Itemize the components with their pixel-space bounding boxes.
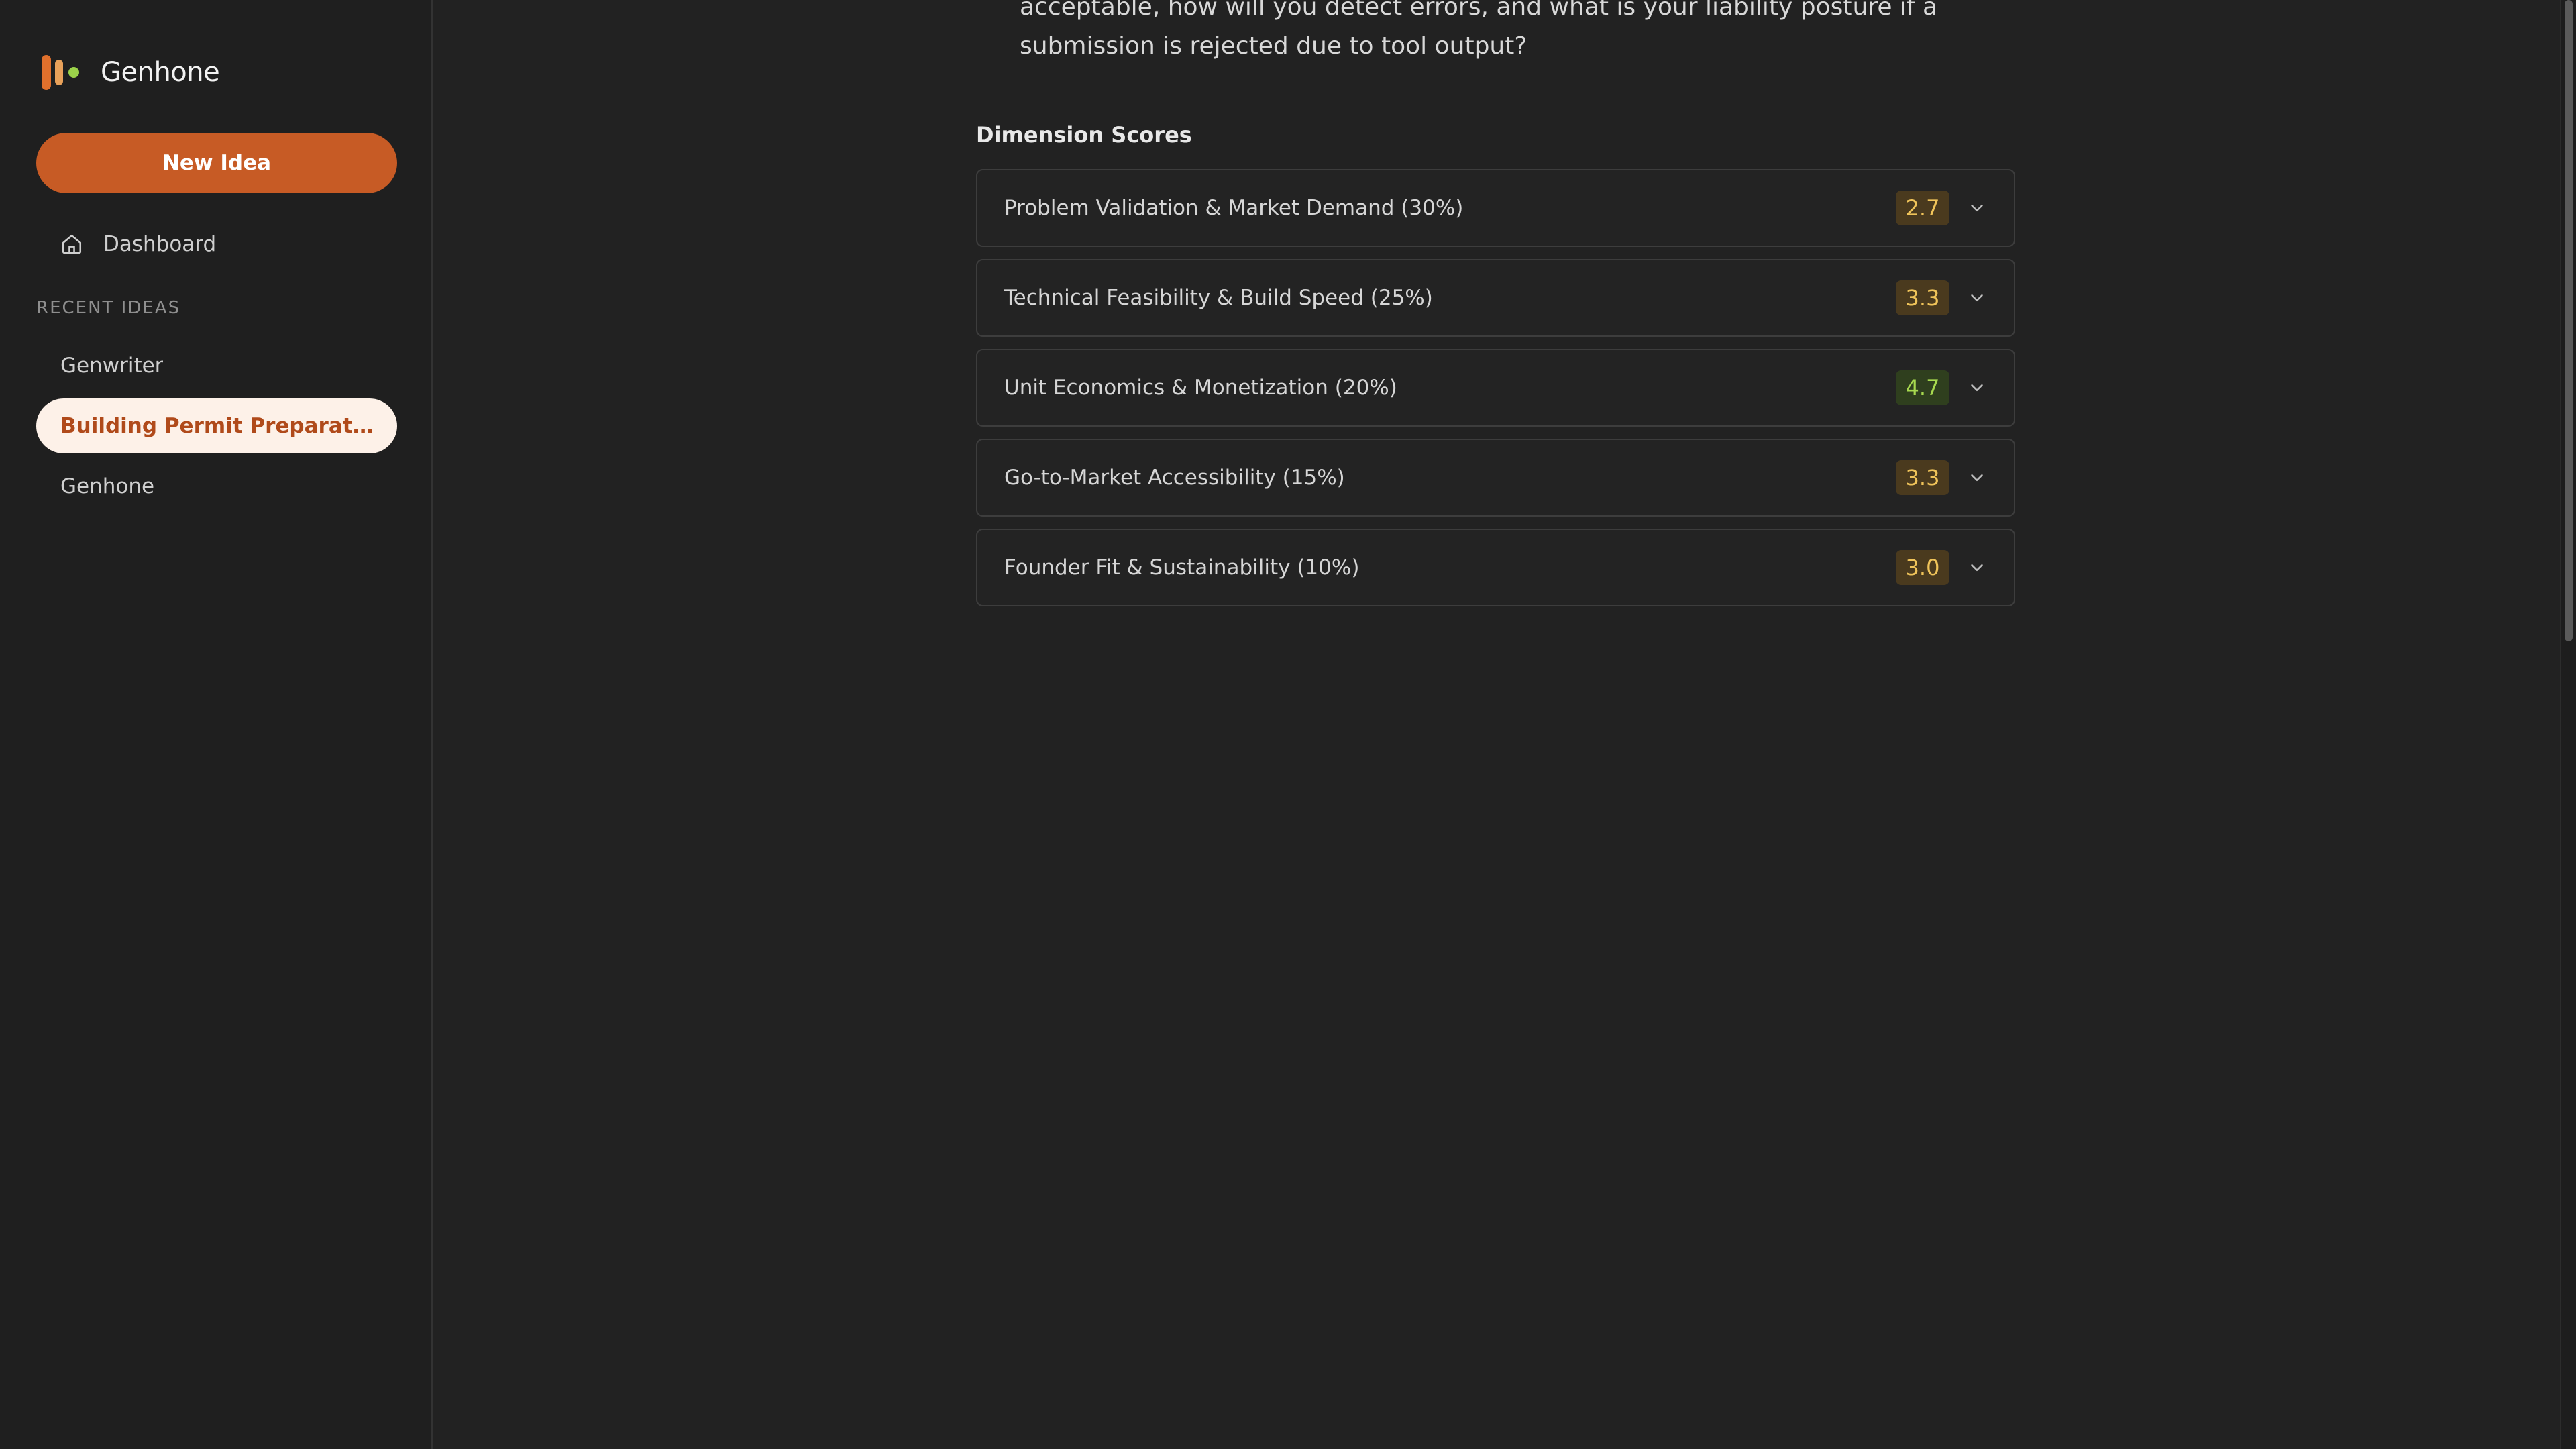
recent-idea-item[interactable]: Genwriter [36, 338, 397, 393]
dimension-name: Unit Economics & Monetization (20%) [1004, 376, 1397, 400]
dimension-scores-heading: Dimension Scores [976, 122, 1192, 148]
new-idea-button[interactable]: New Idea [36, 133, 397, 193]
vertical-scrollbar[interactable] [2560, 0, 2576, 1449]
question-text: acceptable, how will you detect errors, … [1020, 0, 1938, 60]
main-content: acceptable, how will you detect errors, … [435, 0, 2560, 1449]
dimension-card[interactable]: Unit Economics & Monetization (20%) 4.7 [976, 349, 2015, 427]
brand-name: Genhone [101, 57, 220, 88]
chevron-down-icon[interactable] [1967, 378, 1987, 398]
dimension-card[interactable]: Technical Feasibility & Build Speed (25%… [976, 259, 2015, 337]
dimension-name: Problem Validation & Market Demand (30%) [1004, 196, 1464, 220]
chevron-down-icon[interactable] [1967, 468, 1987, 488]
dimension-name: Go-to-Market Accessibility (15%) [1004, 466, 1345, 490]
genhone-logo-icon [42, 55, 80, 90]
chevron-down-icon[interactable] [1967, 557, 1987, 578]
chevron-down-icon[interactable] [1967, 288, 1987, 308]
score-badge: 3.0 [1896, 550, 1949, 585]
score-badge: 2.7 [1896, 191, 1949, 225]
recent-ideas-heading: RECENT IDEAS [36, 298, 181, 318]
score-badge: 3.3 [1896, 280, 1949, 315]
score-badge: 3.3 [1896, 460, 1949, 495]
dimension-name: Technical Feasibility & Build Speed (25%… [1004, 286, 1433, 310]
recent-idea-item-active[interactable]: Building Permit Preparation A... [36, 398, 397, 453]
recent-idea-label: Genwriter [60, 354, 164, 378]
sidebar-item-label: Dashboard [103, 232, 217, 256]
dimension-card[interactable]: Go-to-Market Accessibility (15%) 3.3 [976, 439, 2015, 517]
score-badge: 4.7 [1896, 370, 1949, 405]
recent-idea-label: Genhone [60, 474, 155, 498]
chevron-down-icon[interactable] [1967, 198, 1987, 218]
dimension-card[interactable]: Founder Fit & Sustainability (10%) 3.0 [976, 529, 2015, 606]
dimension-name: Founder Fit & Sustainability (10%) [1004, 555, 1360, 580]
scrollbar-thumb[interactable] [2565, 0, 2573, 641]
sidebar-item-dashboard[interactable]: Dashboard [36, 221, 397, 267]
sidebar: Genhone New Idea Dashboard RECENT IDEAS … [0, 0, 433, 1449]
recent-idea-item[interactable]: Genhone [36, 459, 397, 514]
dimension-card[interactable]: Problem Validation & Market Demand (30%)… [976, 169, 2015, 247]
home-icon [62, 234, 82, 254]
brand[interactable]: Genhone [42, 52, 220, 93]
app-window: Genhone New Idea Dashboard RECENT IDEAS … [0, 0, 2576, 1449]
recent-idea-label: Building Permit Preparation A... [60, 414, 377, 438]
